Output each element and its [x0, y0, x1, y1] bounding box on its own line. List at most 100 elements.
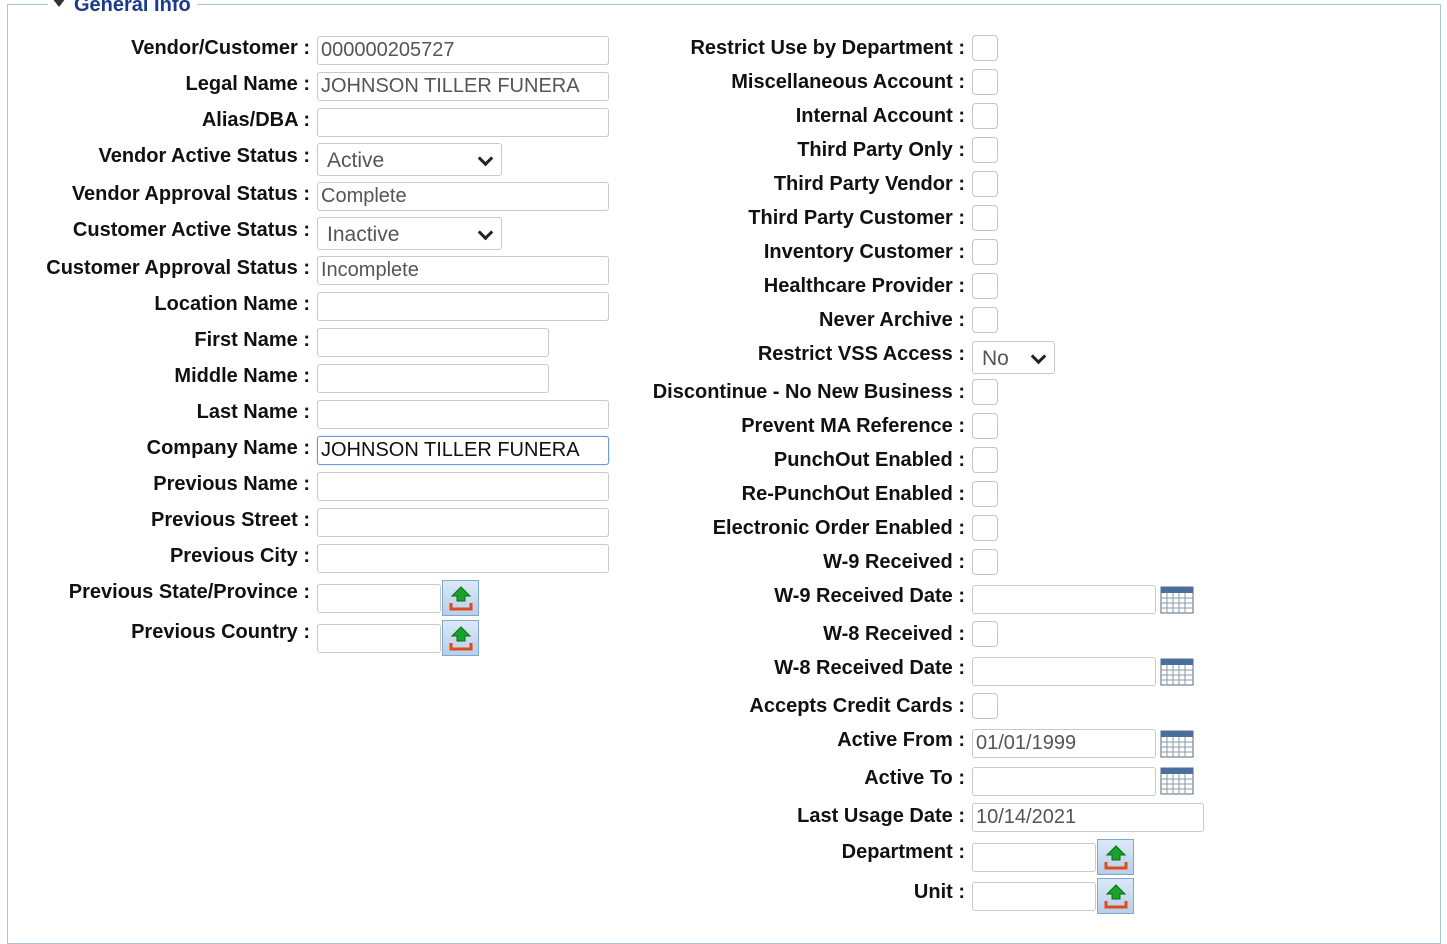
repunchout-enabled-label: Re-PunchOut Enabled :	[741, 483, 965, 505]
first-name-field[interactable]	[317, 328, 549, 357]
alias-dba-label: Alias/DBA :	[201, 109, 310, 131]
third-party-vendor-label: Third Party Vendor :	[773, 173, 965, 195]
vendor-active-status-label: Vendor Active Status :	[98, 145, 310, 167]
vendor-approval-status-field: Complete	[317, 182, 609, 211]
third-party-customer-label: Third Party Customer :	[748, 207, 965, 229]
accepts-credit-cards-label: Accepts Credit Cards :	[749, 695, 965, 717]
inventory-customer-label: Inventory Customer :	[763, 241, 965, 263]
unit-field[interactable]	[972, 882, 1096, 911]
punchout-enabled-checkbox[interactable]	[972, 447, 998, 473]
discontinue-checkbox[interactable]	[972, 379, 998, 405]
company-name-field[interactable]: JOHNSON TILLER FUNERA	[317, 436, 609, 465]
previous-country-label: Previous Country :	[131, 621, 310, 643]
w8-received-date-field[interactable]	[972, 657, 1156, 686]
unit-label: Unit :	[913, 881, 965, 903]
section-legend[interactable]: General Info	[48, 0, 197, 15]
department-label: Department :	[841, 841, 965, 863]
collapse-triangle-icon[interactable]	[52, 0, 66, 7]
restrict-vss-access-select[interactable]: No	[972, 341, 1055, 374]
unit-lookup-button[interactable]	[1097, 878, 1134, 914]
middle-name-field[interactable]	[317, 364, 549, 393]
active-to-field[interactable]	[972, 767, 1156, 796]
never-archive-checkbox[interactable]	[972, 307, 998, 333]
customer-active-status-label: Customer Active Status :	[72, 219, 310, 241]
legal-name-label: Legal Name :	[185, 73, 310, 95]
customer-active-status-select[interactable]: Inactive	[317, 217, 502, 250]
previous-state-field[interactable]	[317, 584, 441, 613]
chevron-down-icon	[1030, 348, 1047, 365]
restrict-use-by-department-label: Restrict Use by Department :	[690, 37, 965, 59]
chevron-down-icon	[477, 224, 494, 241]
upload-arrow-icon	[449, 626, 473, 651]
previous-name-field[interactable]	[317, 472, 609, 501]
vendor-active-status-value: Active	[327, 149, 385, 172]
third-party-only-label: Third Party Only :	[797, 139, 965, 161]
inventory-customer-checkbox[interactable]	[972, 239, 998, 265]
electronic-order-enabled-checkbox[interactable]	[972, 515, 998, 541]
accepts-credit-cards-checkbox[interactable]	[972, 693, 998, 719]
section-title: General Info	[74, 0, 191, 16]
restrict-vss-access-label: Restrict VSS Access :	[757, 343, 965, 365]
previous-name-label: Previous Name :	[153, 473, 310, 495]
active-from-field[interactable]: 01/01/1999	[972, 729, 1156, 758]
repunchout-enabled-checkbox[interactable]	[972, 481, 998, 507]
previous-street-field[interactable]	[317, 508, 609, 537]
location-name-label: Location Name :	[154, 293, 310, 315]
w8-received-label: W-8 Received :	[823, 623, 965, 645]
previous-street-label: Previous Street :	[151, 509, 310, 531]
previous-country-field[interactable]	[317, 624, 441, 653]
calendar-icon[interactable]	[1160, 730, 1194, 758]
electronic-order-enabled-label: Electronic Order Enabled :	[712, 517, 965, 539]
w8-received-date-label: W-8 Received Date :	[774, 657, 965, 679]
department-lookup-button[interactable]	[1097, 839, 1134, 875]
active-from-label: Active From :	[837, 729, 965, 751]
internal-account-checkbox[interactable]	[972, 103, 998, 129]
vendor-approval-status-label: Vendor Approval Status :	[71, 183, 310, 205]
last-usage-date-label: Last Usage Date :	[797, 805, 965, 827]
w9-received-date-label: W-9 Received Date :	[774, 585, 965, 607]
discontinue-label: Discontinue - No New Business :	[652, 381, 965, 403]
previous-country-lookup-button[interactable]	[442, 620, 479, 656]
customer-approval-status-field: Incomplete	[317, 256, 609, 285]
calendar-icon[interactable]	[1160, 767, 1194, 795]
last-name-label: Last Name :	[196, 401, 310, 423]
third-party-only-checkbox[interactable]	[972, 137, 998, 163]
w9-received-label: W-9 Received :	[823, 551, 965, 573]
department-field[interactable]	[972, 843, 1096, 872]
healthcare-provider-checkbox[interactable]	[972, 273, 998, 299]
miscellaneous-account-label: Miscellaneous Account :	[731, 71, 965, 93]
previous-city-label: Previous City :	[169, 545, 310, 567]
vendor-customer-field[interactable]: 000000205727	[317, 36, 609, 65]
healthcare-provider-label: Healthcare Provider :	[763, 275, 965, 297]
customer-active-status-value: Inactive	[327, 223, 400, 246]
last-usage-date-field: 10/14/2021	[972, 803, 1204, 832]
alias-dba-field[interactable]	[317, 108, 609, 137]
legal-name-field[interactable]: JOHNSON TILLER FUNERA	[317, 72, 609, 101]
w9-received-date-field[interactable]	[972, 585, 1156, 614]
upload-arrow-icon	[1104, 884, 1128, 909]
previous-state-lookup-button[interactable]	[442, 580, 479, 616]
w8-received-checkbox[interactable]	[972, 621, 998, 647]
third-party-vendor-checkbox[interactable]	[972, 171, 998, 197]
customer-approval-status-label: Customer Approval Status :	[46, 257, 310, 279]
never-archive-label: Never Archive :	[819, 309, 965, 331]
internal-account-label: Internal Account :	[795, 105, 965, 127]
punchout-enabled-label: PunchOut Enabled :	[773, 449, 965, 471]
previous-state-label: Previous State/Province :	[68, 581, 310, 603]
calendar-icon[interactable]	[1160, 658, 1194, 686]
calendar-icon[interactable]	[1160, 586, 1194, 614]
third-party-customer-checkbox[interactable]	[972, 205, 998, 231]
w9-received-checkbox[interactable]	[972, 549, 998, 575]
last-name-field[interactable]	[317, 400, 609, 429]
restrict-use-by-department-checkbox[interactable]	[972, 35, 998, 61]
active-to-label: Active To :	[864, 767, 965, 789]
first-name-label: First Name :	[194, 329, 310, 351]
miscellaneous-account-checkbox[interactable]	[972, 69, 998, 95]
restrict-vss-access-value: No	[982, 347, 1009, 370]
location-name-field[interactable]	[317, 292, 609, 321]
company-name-label: Company Name :	[146, 437, 310, 459]
vendor-active-status-select[interactable]: Active	[317, 143, 502, 176]
previous-city-field[interactable]	[317, 544, 609, 573]
upload-arrow-icon	[449, 586, 473, 611]
prevent-ma-reference-checkbox[interactable]	[972, 413, 998, 439]
